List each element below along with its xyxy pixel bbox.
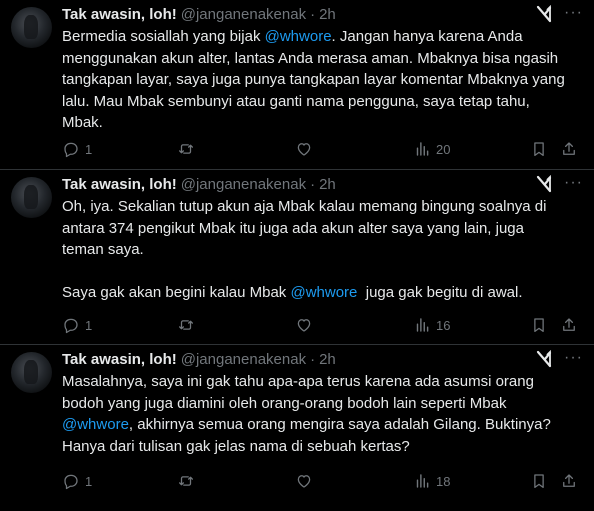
more-icon[interactable]: ··· <box>564 4 582 22</box>
mention-link[interactable]: @whwore <box>290 284 357 301</box>
views-icon <box>416 142 429 156</box>
reply-button[interactable]: 1 <box>62 471 92 491</box>
timestamp[interactable]: 2h <box>319 6 336 23</box>
like-button[interactable] <box>295 471 313 491</box>
views-button[interactable]: 16 <box>413 315 450 335</box>
reply-icon <box>64 142 78 158</box>
like-icon <box>297 319 311 332</box>
tweet-header: Tak awasin, loh! @janganenakenak · 2h <box>62 175 594 195</box>
display-name[interactable]: Tak awasin, loh! <box>62 6 177 23</box>
views-count: 20 <box>436 141 451 157</box>
tweet[interactable]: Tak awasin, loh! @janganenakenak · 2h ··· O… <box>0 170 594 345</box>
grok-icon[interactable] <box>536 4 552 23</box>
share-button[interactable] <box>560 315 578 335</box>
repost-button[interactable] <box>177 315 195 335</box>
more-icon[interactable]: ··· <box>564 174 582 192</box>
views-count: 16 <box>436 317 451 333</box>
reply-button[interactable]: 1 <box>62 315 92 335</box>
bookmark-icon <box>534 142 544 157</box>
avatar[interactable] <box>11 352 52 393</box>
bookmark-button[interactable] <box>530 315 548 335</box>
tweet[interactable]: Tak awasin, loh! @janganenakenak · 2h ··· B… <box>0 0 594 170</box>
more-icon[interactable]: ··· <box>564 349 582 367</box>
repost-icon <box>178 144 194 154</box>
timestamp[interactable]: 2h <box>319 176 336 193</box>
share-icon <box>563 474 575 487</box>
mention-link[interactable]: @whwore <box>265 28 332 45</box>
grok-icon[interactable] <box>536 174 552 193</box>
tweet-text: Bermedia sosiallah yang bijak @whwore. J… <box>62 26 567 134</box>
views-button[interactable]: 20 <box>413 139 450 159</box>
repost-button[interactable] <box>177 471 195 491</box>
reply-count: 1 <box>85 473 93 489</box>
tweet-header: Tak awasin, loh! @janganenakenak · 2h <box>62 5 594 25</box>
tweet-text-part: Bermedia sosiallah yang bijak <box>62 28 265 45</box>
repost-icon <box>178 476 194 486</box>
tweet-text-part: juga gak begitu di awal. <box>357 284 523 301</box>
separator: · <box>310 176 316 193</box>
like-icon <box>297 475 311 488</box>
mention-link[interactable]: @whwore <box>62 416 129 433</box>
tweet-text-part: , akhirnya semua orang mengira saya adal… <box>62 416 551 455</box>
repost-button[interactable] <box>177 139 195 159</box>
views-count: 18 <box>436 473 451 489</box>
avatar[interactable] <box>11 177 52 218</box>
tweet[interactable]: Tak awasin, loh! @janganenakenak · 2h ··· M… <box>0 345 594 511</box>
tweet-text: Masalahnya, saya ini gak tahu apa-apa te… <box>62 371 567 457</box>
share-icon <box>563 142 575 155</box>
separator: · <box>310 351 316 368</box>
views-icon <box>416 318 429 332</box>
views-icon <box>416 474 429 488</box>
views-button[interactable]: 18 <box>413 471 450 491</box>
display-name[interactable]: Tak awasin, loh! <box>62 351 177 368</box>
grok-icon[interactable] <box>536 349 552 368</box>
reply-count: 1 <box>85 317 93 333</box>
reply-button[interactable]: 1 <box>62 139 92 159</box>
share-button[interactable] <box>560 139 578 159</box>
share-icon <box>563 318 575 331</box>
tweet-text-part: Saya gak akan begini kalau Mbak <box>62 284 291 301</box>
like-button[interactable] <box>295 139 313 159</box>
separator: · <box>310 6 316 23</box>
reply-icon <box>64 318 78 334</box>
tweet-text: Oh, iya. Sekalian tutup akun aja Mbak ka… <box>62 196 567 304</box>
bookmark-icon <box>534 474 544 489</box>
tweet-actions: 1 18 <box>62 471 594 491</box>
timestamp[interactable]: 2h <box>319 351 336 368</box>
bookmark-icon <box>534 318 544 333</box>
tweet-paragraph: Oh, iya. Sekalian tutup akun aja Mbak ka… <box>62 198 547 258</box>
avatar[interactable] <box>11 7 52 48</box>
bookmark-button[interactable] <box>530 471 548 491</box>
like-icon <box>297 143 311 156</box>
tweet-actions: 1 20 <box>62 139 594 159</box>
reply-count: 1 <box>85 141 93 157</box>
tweet-text-part: Masalahnya, saya ini gak tahu apa-apa te… <box>62 373 534 412</box>
share-button[interactable] <box>560 471 578 491</box>
user-handle[interactable]: @janganenakenak <box>181 6 306 23</box>
tweet-header: Tak awasin, loh! @janganenakenak · 2h <box>62 350 594 370</box>
bookmark-button[interactable] <box>530 139 548 159</box>
repost-icon <box>178 320 194 330</box>
user-handle[interactable]: @janganenakenak <box>181 351 306 368</box>
tweet-actions: 1 16 <box>62 315 594 335</box>
display-name[interactable]: Tak awasin, loh! <box>62 176 177 193</box>
like-button[interactable] <box>295 315 313 335</box>
user-handle[interactable]: @janganenakenak <box>181 176 306 193</box>
reply-icon <box>64 474 78 490</box>
